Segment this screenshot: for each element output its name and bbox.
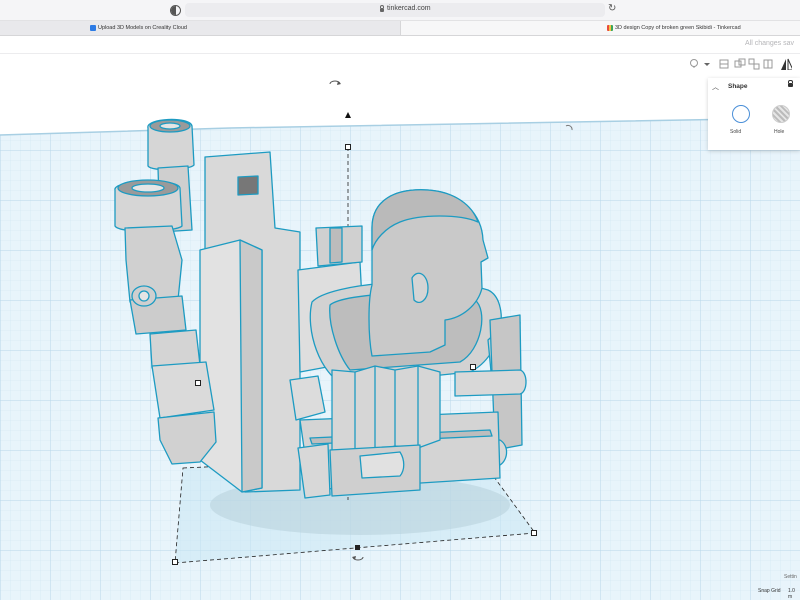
light-bulb-icon[interactable] xyxy=(688,58,700,70)
snap-grid-control[interactable]: Snap Grid 1.0 m xyxy=(758,588,795,600)
shape-panel: ︿ Shape Solid Hole xyxy=(708,78,800,150)
tab-tinkercad[interactable]: 3D design Copy of broken green Skibidi -… xyxy=(400,21,800,35)
tab-label: Upload 3D Models on Creality Cloud xyxy=(98,25,187,31)
tab-creality-cloud[interactable]: Upload 3D Models on Creality Cloud xyxy=(0,21,400,35)
tab-label: 3D design Copy of broken green Skibidi -… xyxy=(615,25,741,31)
shape-panel-title: Shape xyxy=(728,83,748,90)
solid-label: Solid xyxy=(730,129,742,135)
browser-toolbar: tinkercad.com ↻ xyxy=(0,0,800,21)
flip-icon[interactable] xyxy=(780,58,792,70)
reload-icon[interactable]: ↻ xyxy=(608,4,616,14)
rotate-handle-top-icon[interactable] xyxy=(329,80,341,85)
mirror-icon[interactable] xyxy=(762,58,774,70)
hole-swatch[interactable] xyxy=(772,105,790,123)
lock-icon xyxy=(380,5,384,12)
app-header: All changes sav xyxy=(0,36,800,52)
height-arrow-icon[interactable] xyxy=(345,112,351,118)
privacy-shield-icon[interactable] xyxy=(170,5,181,16)
workplane[interactable] xyxy=(0,74,800,600)
snap-grid-value[interactable]: 1.0 m xyxy=(788,588,795,600)
url-text[interactable]: tinkercad.com xyxy=(387,5,431,12)
view-toolbar xyxy=(0,53,800,75)
tab-bar: Upload 3D Models on Creality Cloud 3D de… xyxy=(0,21,800,36)
handle-right xyxy=(470,364,476,370)
save-status: All changes sav xyxy=(744,40,794,47)
handle-top xyxy=(345,144,351,150)
ungroup-icon[interactable] xyxy=(748,58,760,70)
handle-left xyxy=(195,380,201,386)
creality-favicon-icon xyxy=(90,25,96,31)
snap-grid-label: Snap Grid xyxy=(758,588,781,594)
tinkercad-favicon-icon xyxy=(607,25,613,31)
chevron-down-icon[interactable] xyxy=(703,58,715,70)
settings-link[interactable]: Settin xyxy=(784,574,797,580)
lock-icon[interactable] xyxy=(788,80,793,87)
collapse-chevron-icon[interactable]: ︿ xyxy=(712,82,719,92)
group-icon[interactable] xyxy=(734,58,746,70)
workplane-canvas[interactable] xyxy=(0,74,800,600)
handle-bottom-left xyxy=(172,559,178,565)
handle-bottom-mid xyxy=(355,545,360,550)
handle-bottom-right xyxy=(531,530,537,536)
solid-swatch[interactable] xyxy=(732,105,750,123)
hole-label: Hole xyxy=(774,129,785,135)
align-icon[interactable] xyxy=(718,58,730,70)
